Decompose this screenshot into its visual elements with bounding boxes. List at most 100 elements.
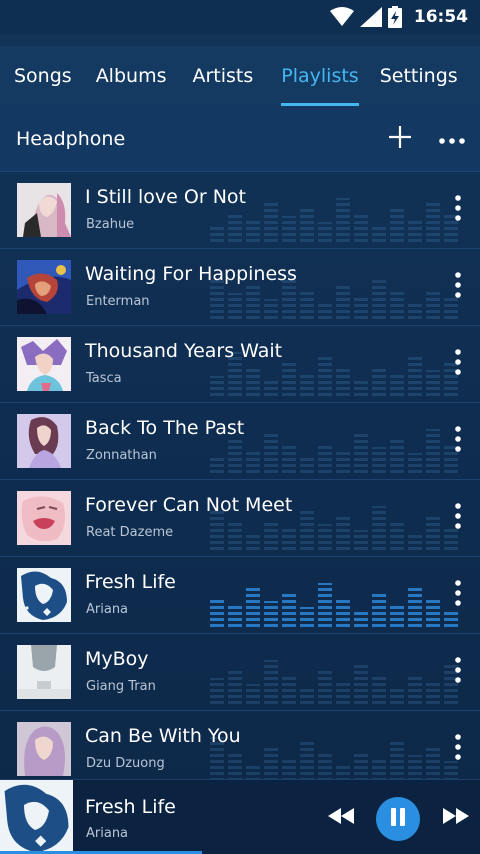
equalizer-bars (210, 421, 460, 473)
song-title: MyBoy (85, 648, 149, 670)
song-row-2[interactable]: Waiting For Happiness Enterman (0, 249, 480, 326)
song-options-button[interactable] (444, 727, 472, 771)
equalizer-bar (228, 670, 242, 704)
equalizer-bar (318, 354, 332, 396)
equalizer-bar (354, 751, 368, 779)
rewind-button[interactable] (325, 804, 357, 832)
equalizer-bar (300, 739, 314, 779)
equalizer-bar (300, 688, 314, 704)
song-options-button[interactable] (444, 342, 472, 386)
tab-songs[interactable]: Songs (14, 46, 72, 106)
song-options-button[interactable] (444, 573, 472, 617)
equalizer-bar (426, 370, 440, 396)
equalizer-bar (264, 431, 278, 473)
now-playing-bar[interactable]: Fresh Life Ariana (0, 779, 480, 854)
more-vertical-icon (455, 734, 461, 764)
wifi-icon (329, 7, 354, 27)
equalizer-bar (264, 660, 278, 704)
equalizer-bar (300, 372, 314, 396)
equalizer-bar (390, 603, 404, 627)
song-row-7[interactable]: MyBoy Giang Tran (0, 634, 480, 711)
equalizer-bars (210, 652, 460, 704)
equalizer-bar (354, 611, 368, 627)
album-art (17, 183, 71, 237)
equalizer-bar (318, 222, 332, 242)
song-row-1[interactable]: I Still love Or Not Bzahue (0, 172, 480, 249)
equalizer-bar (408, 755, 422, 779)
tab-artists[interactable]: Artists (192, 46, 253, 106)
status-bar: 16:54 (0, 0, 480, 34)
song-row-4[interactable]: Back To The Past Zonnathan (0, 403, 480, 480)
song-row-8[interactable]: Can Be With You Dzu Dzuong (0, 711, 480, 779)
equalizer-bar (264, 520, 278, 550)
equalizer-bar (228, 605, 242, 627)
equalizer-bar (372, 674, 386, 704)
album-art (17, 645, 71, 699)
equalizer-bar (282, 360, 296, 396)
equalizer-bar (246, 765, 260, 779)
equalizer-bar (264, 202, 278, 242)
album-art (17, 337, 71, 391)
equalizer-bar (264, 380, 278, 396)
tab-bar: Songs Albums Artists Playlists Settings (0, 46, 480, 106)
equalizer-bar (354, 378, 368, 396)
equalizer-bar (408, 218, 422, 242)
pause-button[interactable] (376, 797, 420, 841)
song-artist: Dzu Dzuong (86, 756, 165, 771)
equalizer-bar (426, 429, 440, 473)
song-title: Thousand Years Wait (85, 340, 283, 362)
equalizer-bar (246, 449, 260, 473)
equalizer-bar (390, 522, 404, 550)
equalizer-bar (282, 528, 296, 550)
equalizer-bar (210, 597, 224, 627)
equalizer-bar (300, 455, 314, 473)
equalizer-bar (426, 597, 440, 627)
equalizer-bar (246, 532, 260, 550)
equalizer-bar (210, 279, 224, 319)
equalizer-bar (390, 374, 404, 396)
song-row-5[interactable]: Forever Can Not Meet Reat Dazeme (0, 480, 480, 557)
song-title: I Still love Or Not (85, 186, 246, 208)
song-options-button[interactable] (444, 496, 472, 540)
song-title: Forever Can Not Meet (85, 494, 293, 516)
song-options-button[interactable] (444, 650, 472, 694)
fast-forward-icon (443, 808, 469, 828)
song-options-button[interactable] (444, 419, 472, 463)
equalizer-bars (210, 575, 460, 627)
song-row-3[interactable]: Thousand Years Wait Tasca (0, 326, 480, 403)
rewind-icon (328, 808, 354, 828)
equalizer-bar (390, 206, 404, 242)
album-art (17, 568, 71, 622)
now-playing-album-art[interactable] (0, 780, 73, 854)
equalizer-bar (246, 285, 260, 319)
equalizer-bar (210, 376, 224, 396)
equalizer-bar (336, 198, 350, 242)
tab-settings[interactable]: Settings (380, 46, 458, 106)
equalizer-bar (264, 745, 278, 779)
equalizer-bar (390, 289, 404, 319)
equalizer-bar (300, 291, 314, 319)
playlist-header: Headphone (0, 106, 480, 172)
equalizer-bar (354, 214, 368, 242)
equalizer-bar (426, 514, 440, 550)
equalizer-bar (318, 751, 332, 779)
add-song-button[interactable] (376, 115, 424, 163)
more-vertical-icon (455, 503, 461, 533)
song-row-6[interactable]: Fresh Life Ariana (0, 557, 480, 634)
playlist-more-button[interactable] (428, 115, 476, 163)
equalizer-bar (228, 293, 242, 319)
song-options-button[interactable] (444, 188, 472, 232)
tab-playlists[interactable]: Playlists (281, 46, 360, 106)
fast-forward-button[interactable] (440, 804, 472, 832)
equalizer-bar (372, 759, 386, 779)
song-options-button[interactable] (444, 265, 472, 309)
equalizer-bar (282, 593, 296, 627)
equalizer-bar (426, 682, 440, 704)
equalizer-bar (318, 303, 332, 319)
equalizer-bar (354, 433, 368, 473)
equalizer-bar (318, 524, 332, 550)
tab-albums[interactable]: Albums (96, 46, 167, 106)
equalizer-bar (354, 662, 368, 704)
song-artist: Ariana (86, 602, 129, 617)
equalizer-bar (210, 224, 224, 242)
